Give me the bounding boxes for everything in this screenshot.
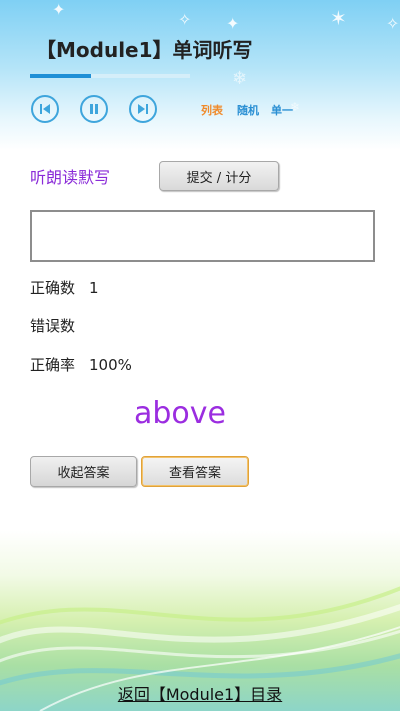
mode-list-button[interactable]: 列表 (201, 102, 223, 118)
page-title: 【Module1】单词听写 (36, 38, 253, 62)
audio-progress-bar[interactable] (30, 74, 190, 78)
skip-previous-icon (40, 104, 50, 114)
correct-count-value: 1 (89, 279, 99, 297)
pause-button[interactable] (80, 95, 108, 123)
skip-next-icon (138, 104, 148, 114)
answer-input[interactable] (30, 210, 375, 262)
sparkle-icon: ✶ (330, 6, 347, 30)
snowflake-icon: ❄ (232, 68, 248, 89)
wrong-count-label: 错误数 (30, 317, 76, 335)
mode-single-button[interactable]: 单一 (271, 102, 293, 118)
sparkle-icon: ✦ (52, 0, 66, 19)
answer-word: above (134, 396, 226, 431)
accuracy-label: 正确率 (30, 356, 76, 374)
collapse-answer-button[interactable]: 收起答案 (30, 456, 137, 487)
view-answer-button[interactable]: 查看答案 (141, 456, 249, 487)
correct-count-label: 正确数 (30, 279, 76, 297)
previous-button[interactable] (31, 95, 59, 123)
audio-progress-fill (30, 74, 91, 78)
sparkle-icon: ✧ (178, 10, 192, 29)
accuracy-value: 100% (89, 356, 132, 374)
sparkle-icon: ✧ (386, 14, 400, 33)
wrong-count-row: 错误数 (30, 315, 89, 336)
correct-count-row: 正确数 1 (30, 277, 99, 298)
sparkle-icon: ✦ (226, 14, 240, 33)
next-button[interactable] (129, 95, 157, 123)
back-to-module-link[interactable]: 返回【Module1】目录 (0, 681, 400, 705)
submit-score-button[interactable]: 提交 / 计分 (159, 161, 279, 191)
listen-dictation-label: 听朗读默写 (30, 168, 111, 187)
mode-random-button[interactable]: 随机 (237, 102, 259, 118)
pause-icon (90, 104, 98, 114)
accuracy-row: 正确率 100% (30, 354, 132, 375)
